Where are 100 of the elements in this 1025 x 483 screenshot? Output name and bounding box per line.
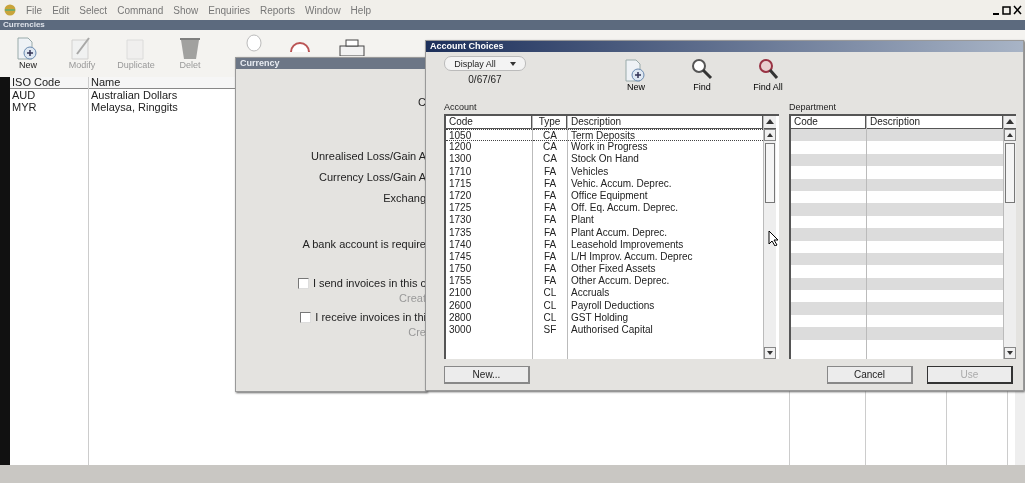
table-cell[interactable]: FA	[533, 202, 567, 215]
search-icon	[689, 56, 715, 82]
toolbar-button[interactable]: New	[614, 56, 658, 92]
table-cell[interactable]: Leasehold Improvements	[568, 238, 763, 251]
restore-icon[interactable]	[1002, 5, 1011, 15]
table-cell[interactable]	[791, 327, 866, 340]
table-cell[interactable]: Payroll Deductions	[568, 299, 763, 312]
table-cell[interactable]: 1750	[446, 263, 532, 276]
column-header[interactable]: ISO Code	[10, 77, 88, 89]
table-cell[interactable]: Vehicles	[568, 165, 763, 178]
table-cell[interactable]	[867, 277, 1003, 291]
table-cell[interactable]: CA	[533, 141, 567, 154]
table-cell[interactable]: Authorised Capital	[568, 324, 763, 337]
table-cell[interactable]	[867, 178, 1003, 191]
table-cell[interactable]: 1735	[446, 226, 532, 239]
table-cell[interactable]: 1715	[446, 177, 532, 190]
table-cell[interactable]: FA	[533, 238, 567, 251]
table-cell[interactable]: SF	[533, 324, 567, 337]
table-cell[interactable]	[791, 203, 866, 216]
table-cell[interactable]: FA	[533, 177, 567, 190]
table-cell[interactable]	[867, 252, 1003, 266]
menu-item[interactable]: Show	[173, 4, 199, 16]
menu-item[interactable]: Edit	[52, 4, 70, 16]
table-cell[interactable]: CL	[533, 311, 567, 324]
table-cell[interactable]: FA	[533, 275, 567, 288]
table-cell[interactable]	[867, 129, 1003, 142]
table-cell[interactable]	[867, 327, 1003, 340]
table-cell[interactable]	[867, 228, 1003, 241]
table-cell[interactable]	[791, 302, 866, 315]
table-cell[interactable]: 2600	[446, 299, 532, 312]
sort-arrow-icon	[766, 118, 774, 126]
table-cell[interactable]: 2100	[446, 287, 532, 300]
filter-dropdown[interactable]: Display All	[444, 56, 526, 71]
menu-item[interactable]: Enquiries	[208, 4, 250, 16]
toolbar-button[interactable]: Find	[680, 56, 724, 92]
table-cell[interactable]: Vehic. Accum. Deprec.	[568, 177, 763, 190]
menu-item[interactable]: Help	[350, 4, 372, 16]
table-cell[interactable]	[791, 277, 866, 291]
table-cell[interactable]: 1755	[446, 275, 532, 288]
dropdown-arrow-icon	[509, 61, 516, 66]
table-cell[interactable]: 3000	[446, 324, 532, 337]
toolbar-button[interactable]: Find All	[746, 56, 790, 92]
table-cell[interactable]: 1740	[446, 238, 532, 251]
table-cell[interactable]: 1300	[446, 153, 532, 166]
table-cell[interactable]: 1730	[446, 214, 532, 227]
table-cell[interactable]: 1200	[446, 141, 532, 154]
table-cell[interactable]: CL	[533, 287, 567, 300]
table-cell[interactable]: 1050	[446, 129, 532, 142]
table-cell[interactable]	[791, 228, 866, 241]
menu-item[interactable]: Command	[117, 4, 164, 16]
table-cell[interactable]: Office Equipment	[568, 189, 763, 203]
table-cell[interactable]: Accruals	[568, 287, 763, 300]
menu-item[interactable]: Reports	[260, 4, 296, 16]
record-count: 0/67/67	[468, 74, 502, 85]
menu-item[interactable]: File	[26, 4, 43, 16]
table-cell[interactable]: 1720	[446, 189, 532, 203]
table-cell[interactable]: CA	[533, 153, 567, 166]
dialog-button[interactable]: New...	[444, 366, 530, 384]
close-icon[interactable]	[1013, 5, 1022, 15]
table-cell[interactable]: FA	[533, 226, 567, 239]
table-cell[interactable]	[791, 153, 866, 167]
table-cell[interactable]: FA	[533, 250, 567, 264]
scrollbar-thumb[interactable]	[765, 143, 775, 203]
table-cell[interactable]	[867, 203, 1003, 216]
scrollbar[interactable]	[764, 116, 776, 359]
table-cell[interactable]: Work in Progress	[568, 141, 763, 154]
table-cell[interactable]	[867, 153, 1003, 167]
table-cell[interactable]	[867, 302, 1003, 315]
table-cell[interactable]: Term Deposits	[568, 129, 763, 142]
table-cell[interactable]	[791, 129, 866, 142]
scrollbar[interactable]	[1004, 116, 1016, 359]
table-cell[interactable]: FA	[533, 214, 567, 227]
table-cell[interactable]: FA	[533, 165, 567, 178]
table-cell-text: MYR	[11, 101, 37, 113]
table-cell[interactable]: CA	[533, 129, 567, 142]
table-cell[interactable]: 1725	[446, 202, 532, 215]
table-cell[interactable]: GST Holding	[568, 311, 763, 324]
table-cell[interactable]: FA	[533, 263, 567, 276]
table-cell[interactable]: 1745	[446, 250, 532, 264]
table-cell[interactable]: Plant	[568, 214, 763, 227]
table-cell[interactable]	[791, 252, 866, 266]
table-cell[interactable]: CL	[533, 299, 567, 312]
checkbox[interactable]	[297, 277, 309, 289]
dialog-button[interactable]: Cancel	[827, 366, 913, 384]
table-cell[interactable]: FA	[533, 189, 567, 203]
menu-item[interactable]: Window	[305, 4, 341, 16]
table-cell[interactable]: Off. Eq. Accum. Deprec.	[568, 202, 763, 215]
menu-item[interactable]: Select	[79, 4, 108, 16]
gauge-icon	[290, 42, 310, 53]
toolbar-button[interactable]: New	[8, 30, 48, 77]
table-cell[interactable]: L/H Improv. Accum. Deprec	[568, 250, 763, 264]
table-cell[interactable]	[791, 178, 866, 191]
table-cell[interactable]: 2800	[446, 311, 532, 324]
table-cell[interactable]: 1710	[446, 165, 532, 178]
scrollbar-thumb[interactable]	[1005, 143, 1015, 203]
table-cell[interactable]: Other Accum. Deprec.	[568, 275, 763, 288]
table-cell[interactable]: Stock On Hand	[568, 153, 763, 166]
table-cell[interactable]: Other Fixed Assets	[568, 263, 763, 276]
checkbox[interactable]	[300, 311, 312, 323]
table-cell[interactable]: Plant Accum. Deprec.	[568, 226, 763, 239]
